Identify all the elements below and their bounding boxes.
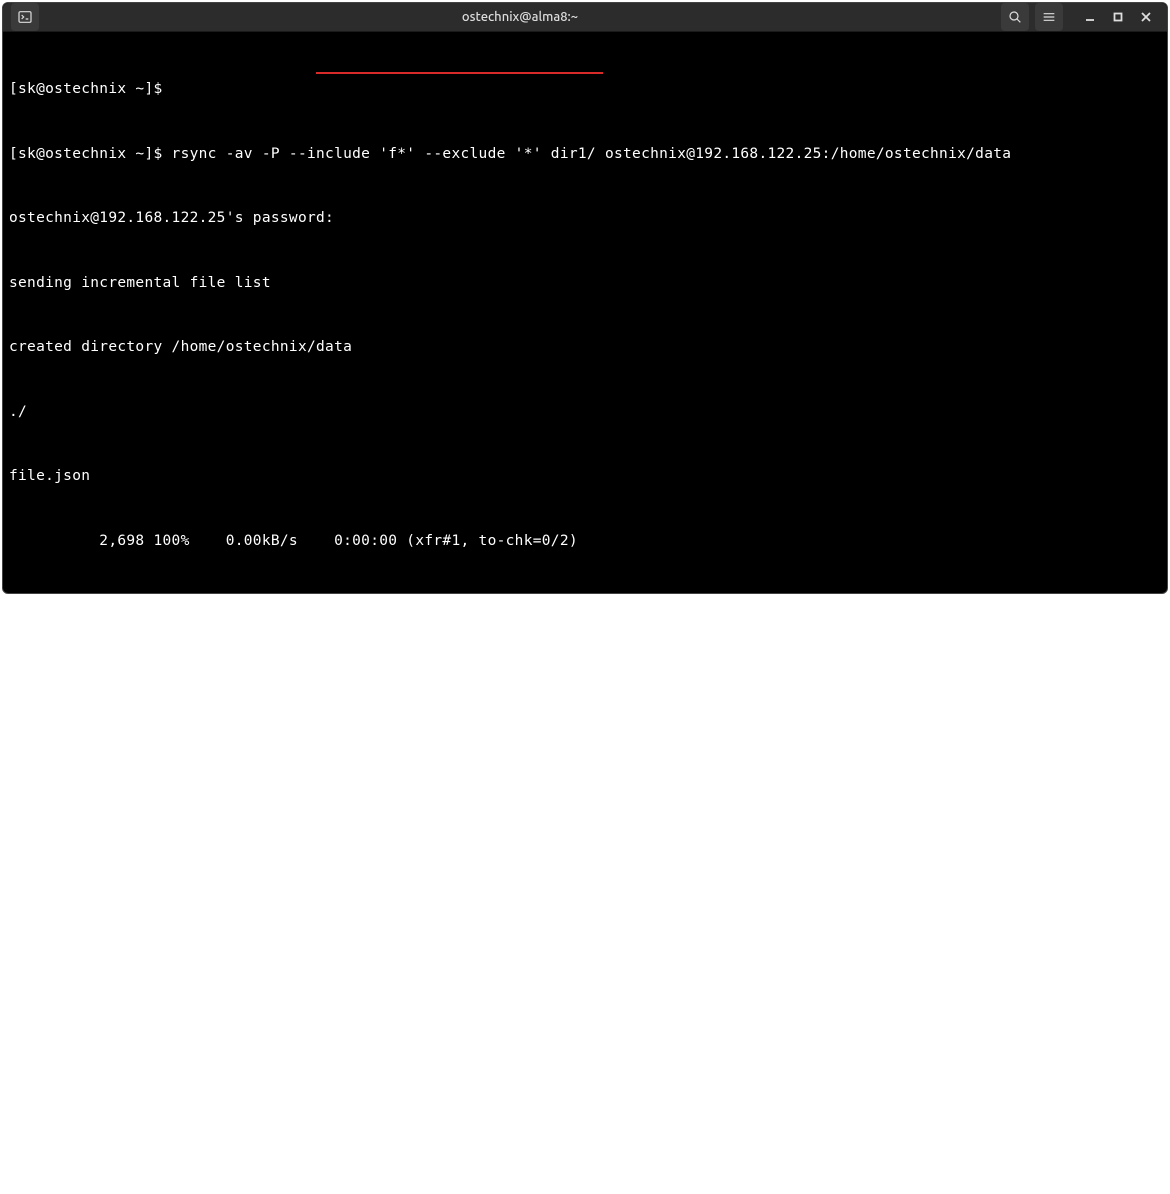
search-icon [1007, 9, 1023, 25]
hamburger-icon [1041, 9, 1057, 25]
terminal-line: ./ [9, 402, 1161, 424]
maximize-icon [1112, 11, 1124, 23]
terminal-line: created directory /home/ostechnix/data [9, 337, 1161, 359]
title-bar: ostechnix@alma8:~ [3, 3, 1167, 32]
terminal-line: file.json [9, 466, 1161, 488]
terminal-line: Last login: Thu Jul 29 13:16:54 2021 fro… [9, 961, 1161, 983]
terminal-line: [sk@ostechnix ~]$ ssh ostechnix@192.168.… [9, 832, 1161, 854]
maximize-button[interactable] [1111, 10, 1125, 24]
new-tab-button[interactable] [11, 3, 39, 31]
terminal-body[interactable]: [sk@ostechnix ~]$ [sk@ostechnix ~]$ rsyn… [3, 32, 1167, 1194]
terminal-line: total size is 2,698 speedup is 0.93 [9, 703, 1161, 725]
terminal-line: [sk@ostechnix ~]$ [9, 767, 1161, 789]
title-bar-right [1001, 3, 1159, 31]
terminal-line: ostechnix@192.168.122.25's password: [9, 896, 1161, 918]
terminal-window: ostechnix@alma8:~ [sk@ostechnix [2, 2, 1168, 594]
terminal-line: sent 2,824 bytes received 81 bytes 645.5… [9, 638, 1161, 660]
terminal-line: sending incremental file list [9, 273, 1161, 295]
terminal-line: file.json [9, 1090, 1161, 1112]
menu-button[interactable] [1035, 3, 1063, 31]
terminal-line: [ostechnix@alma8 ~]$ [9, 1154, 1161, 1176]
terminal-line: 2,698 100% 0.00kB/s 0:00:00 (xfr#1, to-c… [9, 531, 1161, 553]
cursor [199, 1154, 208, 1171]
search-button[interactable] [1001, 3, 1029, 31]
terminal-icon [17, 9, 33, 25]
prompt-text: [ostechnix@alma8 ~]$ [9, 1156, 199, 1172]
terminal-line: ostechnix@192.168.122.25's password: [9, 208, 1161, 230]
window-controls [1083, 10, 1153, 24]
close-icon [1140, 11, 1152, 23]
red-underline-annotation [316, 72, 603, 74]
window-title: ostechnix@alma8:~ [39, 10, 1001, 24]
minimize-icon [1084, 11, 1096, 23]
terminal-line: [sk@ostechnix ~]$ [9, 79, 1161, 101]
title-bar-left [11, 3, 39, 31]
minimize-button[interactable] [1083, 10, 1097, 24]
terminal-line: [ostechnix@alma8 ~]$ ls data/ [9, 1025, 1161, 1047]
close-button[interactable] [1139, 10, 1153, 24]
terminal-line: [sk@ostechnix ~]$ rsync -av -P --include… [9, 144, 1161, 166]
